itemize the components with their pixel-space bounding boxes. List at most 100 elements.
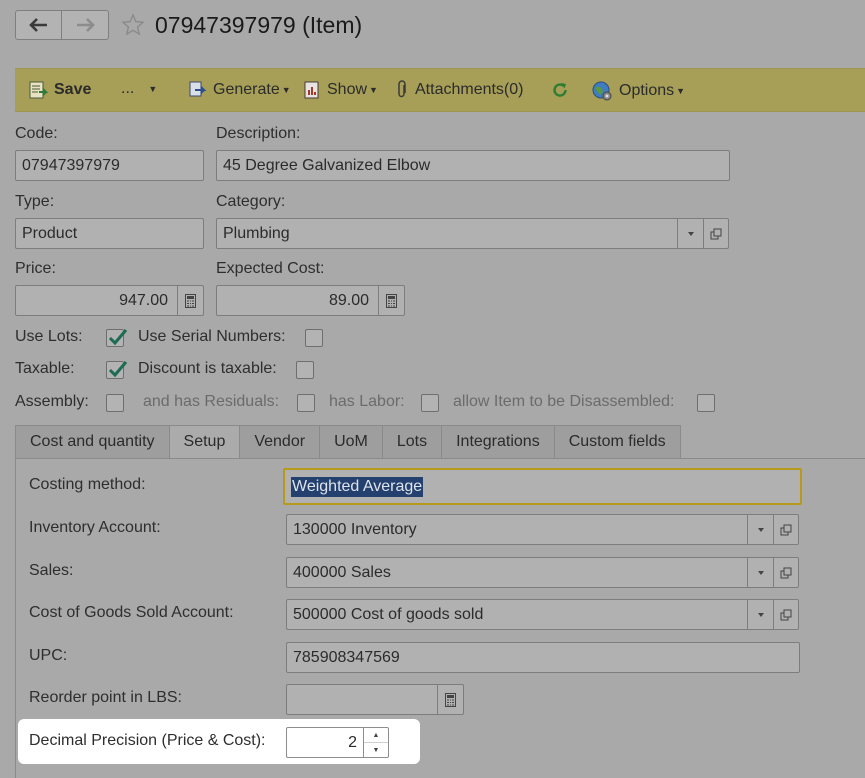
increment-button[interactable]: ▲ <box>364 728 388 742</box>
tab-vendor[interactable]: Vendor <box>240 425 321 459</box>
description-input[interactable]: 45 Degree Galvanized Elbow <box>216 150 730 181</box>
expected-cost-value: 89.00 <box>328 291 369 309</box>
code-input[interactable]: 07947397979 <box>15 150 204 181</box>
has-labor-checkbox[interactable] <box>421 394 439 412</box>
open-window-icon <box>780 524 792 535</box>
tab-cost-and-quantity[interactable]: Cost and quantity <box>15 425 170 459</box>
decimal-precision-label: Decimal Precision (Price & Cost): <box>29 732 266 749</box>
assembly-label: Assembly: <box>15 393 89 410</box>
chevron-down-icon: ▼ <box>369 85 378 95</box>
allow-disassembled-label: allow Item to be Disassembled: <box>453 393 675 410</box>
type-label: Type: <box>15 193 55 210</box>
sales-label: Sales: <box>29 562 74 579</box>
sales-select[interactable]: 400000 Sales <box>286 557 799 588</box>
options-label: Options <box>619 82 675 99</box>
has-labor-label: has Labor: <box>329 393 405 410</box>
open-window-icon <box>780 609 792 620</box>
cogs-dropdown-button[interactable] <box>747 600 773 629</box>
more-actions-button[interactable]: ... ▼ <box>121 80 157 98</box>
tab-uom[interactable]: UoM <box>320 425 383 459</box>
category-label: Category: <box>216 193 286 210</box>
checkmark-icon <box>108 361 128 378</box>
upc-label: UPC: <box>29 647 68 664</box>
category-select[interactable]: Plumbing <box>216 218 729 249</box>
expected-cost-calculator-button[interactable] <box>378 286 404 315</box>
open-window-icon <box>780 567 792 578</box>
cogs-select[interactable]: 500000 Cost of goods sold <box>286 599 799 630</box>
decrement-button[interactable]: ▼ <box>364 742 388 757</box>
chevron-down-icon: ▼ <box>372 746 380 754</box>
use-serial-checkbox[interactable] <box>305 329 323 347</box>
chevron-up-icon: ▲ <box>372 731 380 739</box>
refresh-button[interactable] <box>550 80 576 100</box>
costing-method-input[interactable]: Weighted Average <box>283 468 802 505</box>
cogs-label: Cost of Goods Sold Account: <box>29 604 234 621</box>
assembly-checkbox[interactable] <box>106 394 124 412</box>
tab-integrations[interactable]: Integrations <box>442 425 555 459</box>
forward-button[interactable] <box>62 10 109 40</box>
sales-dropdown-button[interactable] <box>747 558 773 587</box>
show-button[interactable]: Show ▼ <box>303 80 378 100</box>
expected-cost-input[interactable]: 89.00 <box>216 285 405 316</box>
tab-setup[interactable]: Setup <box>169 425 241 459</box>
use-serial-label: Use Serial Numbers: <box>138 328 286 345</box>
taxable-checkbox[interactable] <box>106 361 128 379</box>
tab-bar: Cost and quantity Setup Vendor UoM Lots … <box>15 425 681 459</box>
star-icon[interactable] <box>121 13 145 37</box>
decimal-precision-value: 2 <box>348 733 357 751</box>
calculator-icon <box>445 692 456 707</box>
cogs-open-button[interactable] <box>773 600 798 629</box>
upc-input[interactable]: 785908347569 <box>286 642 800 673</box>
inventory-account-value: 130000 Inventory <box>293 520 417 538</box>
description-value: 45 Degree Galvanized Elbow <box>223 156 431 174</box>
taxable-label: Taxable: <box>15 360 75 377</box>
use-lots-checkbox[interactable] <box>106 329 128 347</box>
generate-icon <box>187 80 207 100</box>
more-label: ... <box>121 80 135 97</box>
report-icon <box>303 80 321 100</box>
inventory-account-open-button[interactable] <box>773 515 798 544</box>
show-label: Show <box>327 81 368 98</box>
tab-custom-fields[interactable]: Custom fields <box>554 425 681 459</box>
attachments-button[interactable]: Attachments(0) <box>395 80 523 100</box>
chevron-down-icon: ▼ <box>281 85 291 95</box>
has-residuals-checkbox[interactable] <box>297 394 315 412</box>
category-open-button[interactable] <box>703 219 728 248</box>
sales-open-button[interactable] <box>773 558 798 587</box>
nav-buttons <box>15 10 109 40</box>
costing-method-label: Costing method: <box>29 476 146 493</box>
type-value: Product <box>22 224 78 242</box>
generate-button[interactable]: Generate ▼ <box>187 80 291 100</box>
open-window-icon <box>710 228 722 239</box>
title-bar: 07947397979 (Item) <box>0 0 865 62</box>
save-icon <box>28 80 48 100</box>
stepper-controls: ▲ ▼ <box>363 728 388 757</box>
reorder-point-input[interactable] <box>286 684 464 715</box>
inventory-account-dropdown-button[interactable] <box>747 515 773 544</box>
sales-value: 400000 Sales <box>293 563 391 581</box>
reorder-point-label: Reorder point in LBS: <box>29 689 182 706</box>
cogs-value: 500000 Cost of goods sold <box>293 605 484 623</box>
category-dropdown-button[interactable] <box>677 219 703 248</box>
discount-taxable-label: Discount is taxable: <box>138 360 277 377</box>
reorder-calculator-button[interactable] <box>437 685 463 714</box>
calculator-icon <box>185 293 196 308</box>
chevron-down-icon <box>757 527 764 532</box>
use-lots-label: Use Lots: <box>15 328 83 345</box>
discount-taxable-checkbox[interactable] <box>296 361 314 379</box>
tab-lots[interactable]: Lots <box>382 425 443 459</box>
options-button[interactable]: Options ▼ <box>591 80 685 102</box>
paperclip-icon <box>395 80 409 100</box>
allow-disassembled-checkbox[interactable] <box>697 394 715 412</box>
inventory-account-select[interactable]: 130000 Inventory <box>286 514 799 545</box>
category-value: Plumbing <box>223 224 290 242</box>
inventory-account-label: Inventory Account: <box>29 519 161 536</box>
decimal-precision-stepper[interactable]: 2 ▲ ▼ <box>286 727 389 758</box>
type-input[interactable]: Product <box>15 218 204 249</box>
save-button[interactable]: Save <box>28 80 91 100</box>
attachments-label: Attachments(0) <box>415 81 524 98</box>
price-input[interactable]: 947.00 <box>15 285 204 316</box>
chevron-down-icon: ▼ <box>148 84 158 94</box>
price-calculator-button[interactable] <box>177 286 203 315</box>
back-button[interactable] <box>15 10 62 40</box>
